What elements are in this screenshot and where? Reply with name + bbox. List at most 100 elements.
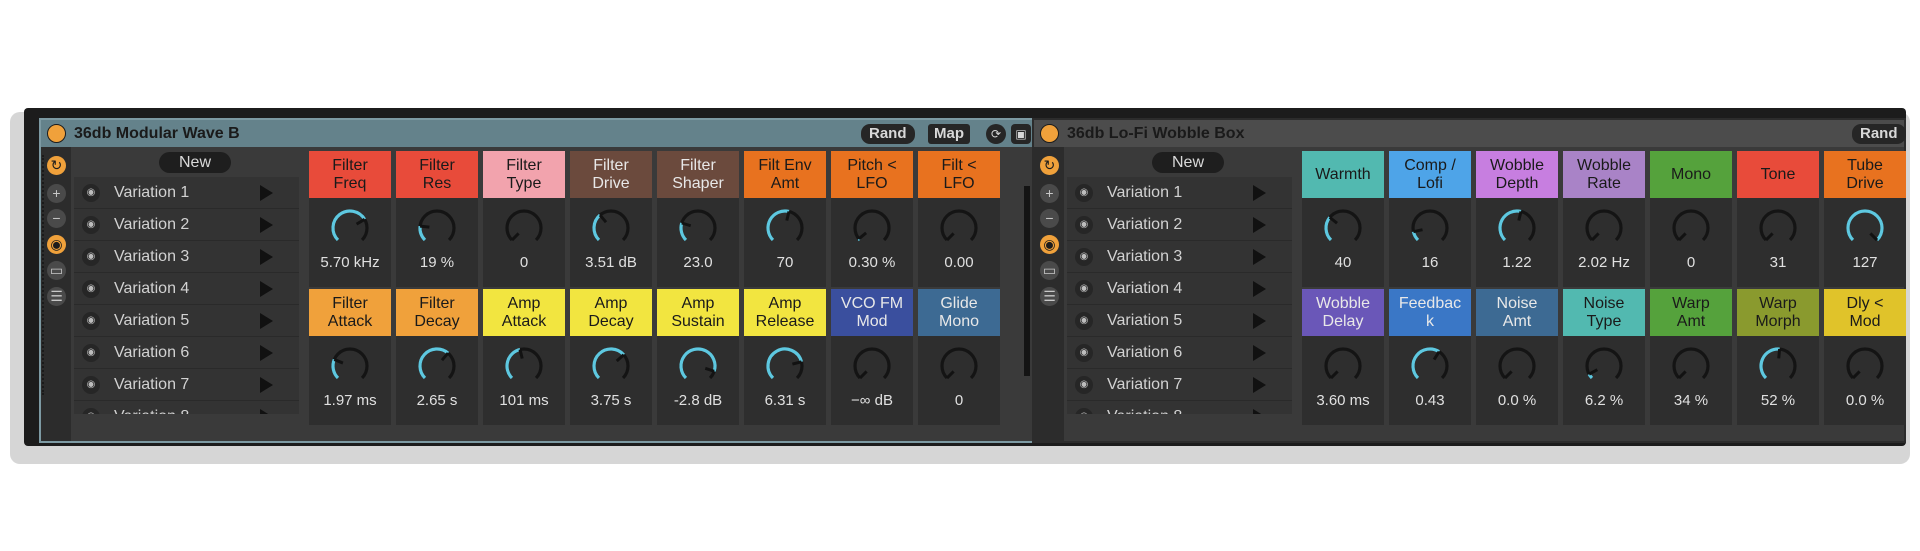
macro-label[interactable]: Filter Decay bbox=[396, 289, 478, 336]
macro-label[interactable]: Wobble Depth bbox=[1476, 151, 1558, 198]
macro-label[interactable]: Tone bbox=[1737, 151, 1819, 198]
macro-label[interactable]: Warp Amt bbox=[1650, 289, 1732, 336]
macro-label[interactable]: Filter Attack bbox=[309, 289, 391, 336]
macro-label[interactable]: Glide Mono bbox=[918, 289, 1000, 336]
map-button[interactable]: Map bbox=[928, 124, 970, 144]
macro-label[interactable]: Filter Freq bbox=[309, 151, 391, 198]
save-icon[interactable]: ▣ bbox=[1011, 124, 1031, 144]
macro-knob[interactable] bbox=[850, 206, 894, 255]
variation-row[interactable]: ◉ Variation 3 bbox=[74, 241, 299, 273]
camera-icon[interactable]: ◉ bbox=[47, 235, 66, 254]
add-icon[interactable]: + bbox=[1040, 184, 1059, 203]
snapshot-camera-icon[interactable]: ◉ bbox=[82, 280, 100, 298]
snapshot-camera-icon[interactable]: ◉ bbox=[1075, 344, 1093, 362]
macro-label[interactable]: Filt Env Amt bbox=[744, 151, 826, 198]
remove-icon[interactable]: − bbox=[47, 209, 66, 228]
snapshot-camera-icon[interactable]: ◉ bbox=[82, 216, 100, 234]
chain-icon[interactable]: ▭ bbox=[1040, 261, 1059, 280]
variation-row[interactable]: ◉ Variation 4 bbox=[1067, 273, 1292, 305]
macro-knob[interactable] bbox=[1582, 344, 1626, 393]
snapshot-camera-icon[interactable]: ◉ bbox=[82, 184, 100, 202]
macro-label[interactable]: Wobble Rate bbox=[1563, 151, 1645, 198]
macro-knob[interactable] bbox=[415, 344, 459, 393]
variation-row[interactable]: ◉ Variation 6 bbox=[1067, 337, 1292, 369]
play-icon[interactable] bbox=[260, 345, 273, 361]
macro-knob[interactable] bbox=[1495, 206, 1539, 255]
snapshot-camera-icon[interactable]: ◉ bbox=[1075, 280, 1093, 298]
add-icon[interactable]: + bbox=[47, 184, 66, 203]
macro-knob[interactable] bbox=[676, 344, 720, 393]
macro-knob[interactable] bbox=[1669, 206, 1713, 255]
play-icon[interactable] bbox=[1253, 409, 1266, 414]
macro-knob[interactable] bbox=[328, 206, 372, 255]
chain-icon[interactable]: ▭ bbox=[47, 261, 66, 280]
macro-knob[interactable] bbox=[1582, 206, 1626, 255]
macro-knob[interactable] bbox=[1843, 344, 1887, 393]
variation-row[interactable]: ◉ Variation 8 bbox=[1067, 401, 1292, 414]
macro-label[interactable]: Tube Drive bbox=[1824, 151, 1906, 198]
play-icon[interactable] bbox=[260, 409, 273, 414]
macro-label[interactable]: Amp Attack bbox=[483, 289, 565, 336]
variation-row[interactable]: ◉ Variation 1 bbox=[74, 177, 299, 209]
macro-knob[interactable] bbox=[937, 344, 981, 393]
macro-label[interactable]: Amp Decay bbox=[570, 289, 652, 336]
variation-row[interactable]: ◉ Variation 7 bbox=[1067, 369, 1292, 401]
macro-label[interactable]: Noise Amt bbox=[1476, 289, 1558, 336]
list-icon[interactable]: ☰ bbox=[1040, 287, 1059, 306]
macro-label[interactable]: Warp Morph bbox=[1737, 289, 1819, 336]
play-icon[interactable] bbox=[260, 313, 273, 329]
play-icon[interactable] bbox=[260, 377, 273, 393]
snapshot-camera-icon[interactable]: ◉ bbox=[1075, 408, 1093, 414]
variation-row[interactable]: ◉ Variation 6 bbox=[74, 337, 299, 369]
macro-label[interactable]: Comp / Lofi bbox=[1389, 151, 1471, 198]
macro-knob[interactable] bbox=[328, 344, 372, 393]
snapshot-camera-icon[interactable]: ◉ bbox=[82, 248, 100, 266]
device-divider[interactable] bbox=[1024, 186, 1030, 376]
play-icon[interactable] bbox=[1253, 217, 1266, 233]
variation-row[interactable]: ◉ Variation 2 bbox=[1067, 209, 1292, 241]
play-icon[interactable] bbox=[260, 185, 273, 201]
rand-button[interactable]: Rand bbox=[1852, 124, 1906, 144]
list-icon[interactable]: ☰ bbox=[47, 287, 66, 306]
snapshot-camera-icon[interactable]: ◉ bbox=[1075, 312, 1093, 330]
macro-knob[interactable] bbox=[1495, 344, 1539, 393]
play-icon[interactable] bbox=[1253, 281, 1266, 297]
macro-label[interactable]: Filter Shaper bbox=[657, 151, 739, 198]
macro-label[interactable]: Filter Res bbox=[396, 151, 478, 198]
play-icon[interactable] bbox=[1253, 345, 1266, 361]
snapshot-camera-icon[interactable]: ◉ bbox=[82, 376, 100, 394]
power-toggle[interactable] bbox=[1040, 124, 1059, 143]
macro-knob[interactable] bbox=[589, 206, 633, 255]
macro-label[interactable]: Pitch < LFO bbox=[831, 151, 913, 198]
macro-knob[interactable] bbox=[937, 206, 981, 255]
macro-knob[interactable] bbox=[1321, 344, 1365, 393]
macro-label[interactable]: Filter Drive bbox=[570, 151, 652, 198]
rack-icon[interactable]: ↻ bbox=[1040, 156, 1059, 175]
play-icon[interactable] bbox=[260, 249, 273, 265]
variation-row[interactable]: ◉ Variation 5 bbox=[74, 305, 299, 337]
variation-row[interactable]: ◉ Variation 3 bbox=[1067, 241, 1292, 273]
macro-knob[interactable] bbox=[502, 206, 546, 255]
play-icon[interactable] bbox=[260, 217, 273, 233]
macro-label[interactable]: Amp Release bbox=[744, 289, 826, 336]
snapshot-camera-icon[interactable]: ◉ bbox=[1075, 248, 1093, 266]
rand-button[interactable]: Rand bbox=[861, 124, 915, 144]
macro-knob[interactable] bbox=[850, 344, 894, 393]
play-icon[interactable] bbox=[1253, 377, 1266, 393]
macro-label[interactable]: Noise Type bbox=[1563, 289, 1645, 336]
variation-row[interactable]: ◉ Variation 5 bbox=[1067, 305, 1292, 337]
snapshot-camera-icon[interactable]: ◉ bbox=[82, 344, 100, 362]
macro-knob[interactable] bbox=[763, 344, 807, 393]
macro-knob[interactable] bbox=[1669, 344, 1713, 393]
variation-row[interactable]: ◉ Variation 1 bbox=[1067, 177, 1292, 209]
variation-row[interactable]: ◉ Variation 8 bbox=[74, 401, 299, 414]
snapshot-camera-icon[interactable]: ◉ bbox=[1075, 184, 1093, 202]
snapshot-camera-icon[interactable]: ◉ bbox=[82, 408, 100, 414]
macro-knob[interactable] bbox=[1843, 206, 1887, 255]
snapshot-camera-icon[interactable]: ◉ bbox=[1075, 216, 1093, 234]
variation-row[interactable]: ◉ Variation 7 bbox=[74, 369, 299, 401]
variation-row[interactable]: ◉ Variation 2 bbox=[74, 209, 299, 241]
macro-label[interactable]: Filter Type bbox=[483, 151, 565, 198]
macro-knob[interactable] bbox=[1756, 344, 1800, 393]
snapshot-camera-icon[interactable]: ◉ bbox=[1075, 376, 1093, 394]
